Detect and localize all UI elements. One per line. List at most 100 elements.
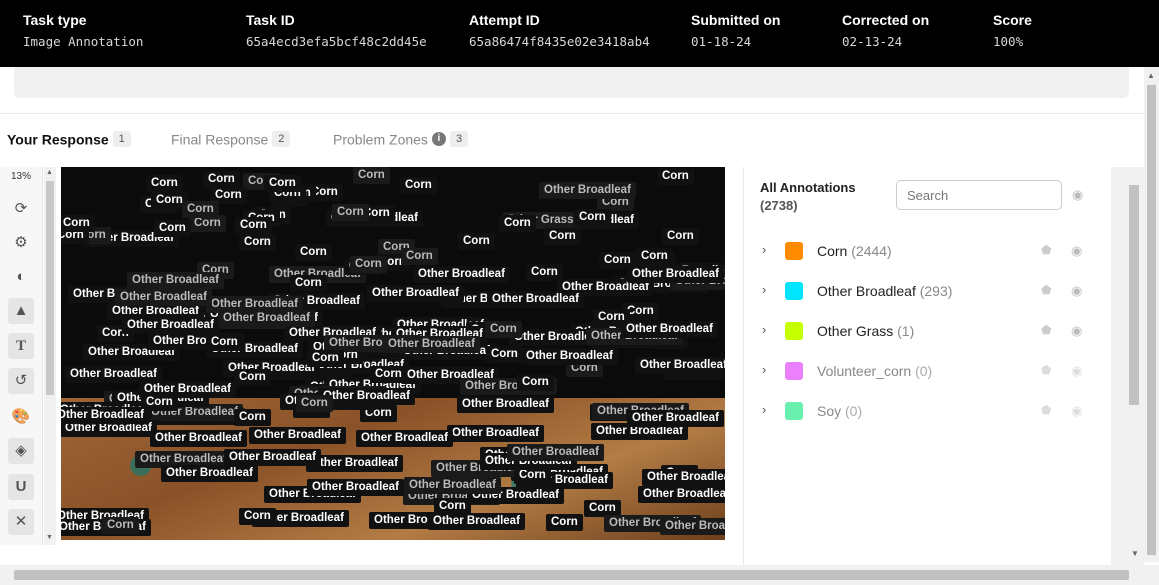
class-row-other-broadleaf[interactable]: › Other Broadleaf (293) ⬟ ◉ <box>744 279 1104 303</box>
annotation-canvas[interactable]: Other BroadleafOther BroadleafOther Broa… <box>61 167 725 540</box>
canvas-annotation-label[interactable]: Corn <box>350 256 387 273</box>
canvas-annotation-label[interactable]: Corn <box>234 409 271 426</box>
canvas-annotation-label[interactable]: Corn <box>234 369 271 386</box>
canvas-annotation-label[interactable]: Corn <box>182 201 219 218</box>
toolbar-scrollbar[interactable]: ▲ ▼ <box>44 167 56 545</box>
canvas-annotation-label[interactable]: Corn <box>146 175 183 192</box>
canvas-annotation-label[interactable]: Corn <box>296 395 333 412</box>
canvas-annotation-label[interactable]: Other Broadleaf <box>224 449 321 466</box>
scroll-up-icon[interactable]: ▲ <box>1147 71 1155 80</box>
eye-icon[interactable]: ◉ <box>1071 283 1082 299</box>
chevron-right-icon[interactable]: › <box>762 322 766 337</box>
canvas-annotation-label[interactable]: Corn <box>154 220 191 237</box>
canvas-annotation-label[interactable]: Corn <box>239 234 276 251</box>
class-row-corn[interactable]: › Corn (2444) ⬟ ◉ <box>744 239 1104 263</box>
tag-icon[interactable]: ⬟ <box>1041 243 1051 257</box>
canvas-annotation-label[interactable]: Other Broadleaf <box>413 266 510 283</box>
canvas-annotation-label[interactable]: Corn <box>662 228 699 245</box>
class-row-volunteer-corn[interactable]: › Volunteer_corn (0) ⬟ ◉ <box>744 359 1104 383</box>
tag-icon[interactable]: ⬟ <box>1041 403 1051 417</box>
text-icon[interactable]: T <box>8 333 34 359</box>
toolbar-scroll-up-icon[interactable]: ▲ <box>46 169 53 176</box>
horizontal-scrollbar-thumb[interactable] <box>14 570 1129 580</box>
canvas-annotation-label[interactable]: Corn <box>235 217 272 234</box>
tab-your-response[interactable]: Your Response 1 <box>7 130 131 148</box>
canvas-annotation-label[interactable]: Corn <box>400 177 437 194</box>
canvas-annotation-label[interactable]: Other Broadleaf <box>218 310 315 327</box>
canvas-annotation-label[interactable]: Other Broadleaf <box>638 486 725 503</box>
canvas-annotation-label[interactable]: Other Broadleaf <box>61 407 149 424</box>
eye-icon[interactable]: ◉ <box>1071 403 1082 419</box>
canvas-annotation-label[interactable]: Other Broadleaf <box>356 430 453 447</box>
panel-scroll-down-icon[interactable]: ▼ <box>1131 549 1139 558</box>
page-scrollbar[interactable]: ▲ <box>1144 67 1159 562</box>
canvas-annotation-label[interactable]: Other Broadleaf <box>307 479 404 496</box>
canvas-annotation-label[interactable]: Other Broadleaf <box>507 444 604 461</box>
tag-icon[interactable]: ⬟ <box>1041 323 1051 337</box>
canvas-annotation-label[interactable]: Other Broadleaf <box>447 425 544 442</box>
tab-problem-zones[interactable]: Problem Zones i 3 <box>333 130 469 148</box>
canvas-annotation-label[interactable]: Other Broadleaf <box>539 182 636 199</box>
canvas-annotation-label[interactable]: Other Broadleaf <box>115 289 212 306</box>
canvas-annotation-label[interactable]: Corn <box>290 275 327 292</box>
canvas-annotation-label[interactable]: Corn <box>61 215 95 232</box>
canvas-annotation-label[interactable]: Other Broadleaf <box>249 427 346 444</box>
canvas-annotation-label[interactable]: Corn <box>353 167 390 184</box>
canvas-annotation-label[interactable]: Corn <box>636 248 673 265</box>
canvas-annotation-label[interactable]: Other Broadleaf <box>621 321 718 338</box>
class-row-soy[interactable]: › Soy (0) ⬟ ◉ <box>744 399 1104 423</box>
canvas-annotation-label[interactable]: Other Broadleaf <box>642 469 725 486</box>
canvas-annotation-label[interactable]: Corn <box>102 517 139 534</box>
page-scrollbar-thumb[interactable] <box>1147 85 1156 555</box>
contrast-icon[interactable]: ◐ <box>8 264 34 290</box>
canvas-annotation-label[interactable]: Corn <box>264 175 301 192</box>
class-row-other-grass[interactable]: › Other Grass (1) ⬟ ◉ <box>744 319 1104 343</box>
collapse-icon[interactable]: ✕ <box>8 509 34 535</box>
palette-icon[interactable]: 🎨 <box>8 404 34 430</box>
canvas-annotation-label[interactable]: Other Broadleaf <box>127 272 224 289</box>
canvas-annotation-label[interactable]: Other Broadleaf <box>627 266 724 283</box>
eye-icon[interactable]: ◉ <box>1071 323 1082 339</box>
canvas-annotation-label[interactable]: Corn <box>239 508 276 525</box>
canvas-annotation-label[interactable]: Other Broadleaf <box>367 285 464 302</box>
canvas-annotation-label[interactable]: Other Broadleaf <box>457 396 554 413</box>
canvas-annotation-label[interactable]: Other Broadleaf <box>627 410 724 427</box>
canvas-annotation-label[interactable]: Corn <box>517 374 554 391</box>
tag-icon[interactable]: ⬟ <box>1041 363 1051 377</box>
canvas-annotation-label[interactable]: Other Broadleaf <box>383 336 480 353</box>
canvas-annotation-label[interactable]: Corn <box>485 321 522 338</box>
canvas-annotation-label[interactable]: Other Broadleaf <box>487 291 584 308</box>
tab-final-response[interactable]: Final Response 2 <box>171 130 291 148</box>
chevron-right-icon[interactable]: › <box>762 402 766 417</box>
chevron-right-icon[interactable]: › <box>762 282 766 297</box>
annotations-panel-scrollbar[interactable]: ▼ <box>1111 167 1144 565</box>
eye-icon[interactable]: ◉ <box>1071 243 1082 259</box>
canvas-annotation-label[interactable]: Other Broadleaf <box>660 518 725 535</box>
magnet-icon[interactable]: U <box>8 474 34 500</box>
fill-icon[interactable]: ◈ <box>8 438 34 464</box>
canvas-annotation-label[interactable]: Other Broadleaf <box>150 430 247 447</box>
annotations-panel-scrollbar-thumb[interactable] <box>1129 185 1139 405</box>
eye-icon[interactable]: ◉ <box>1071 363 1082 379</box>
refresh-icon[interactable]: ⟳ <box>8 196 34 222</box>
canvas-annotation-label[interactable]: Corn <box>486 346 523 363</box>
tag-icon[interactable]: ⬟ <box>1041 283 1051 297</box>
toolbar-scrollbar-thumb[interactable] <box>46 181 54 395</box>
canvas-annotation-label[interactable]: Corn <box>401 248 438 265</box>
canvas-annotation-label[interactable]: Corn <box>332 204 369 221</box>
history-icon[interactable]: ↺ <box>8 368 34 394</box>
canvas-annotation-label[interactable]: Corn <box>657 168 694 185</box>
canvas-annotation-label[interactable]: Other Broadleaf <box>404 477 501 494</box>
canvas-annotation-label[interactable]: Other Broadleaf <box>122 317 219 334</box>
chevron-right-icon[interactable]: › <box>762 362 766 377</box>
canvas-annotation-label[interactable]: Corn <box>370 366 407 383</box>
visibility-all-icon[interactable]: ◉ <box>1072 187 1083 203</box>
shapes-icon[interactable]: ▲ <box>8 298 34 324</box>
settings-icon[interactable]: ⚙ <box>8 230 34 256</box>
canvas-annotation-label[interactable]: Other Broadleaf <box>635 357 725 374</box>
canvas-annotation-label[interactable]: Other Broadleaf <box>521 348 618 365</box>
canvas-annotation-label[interactable]: Corn <box>499 215 536 232</box>
toolbar-scroll-down-icon[interactable]: ▼ <box>46 534 53 541</box>
canvas-annotation-label[interactable]: Corn <box>307 350 344 367</box>
canvas-annotation-label[interactable]: Corn <box>458 233 495 250</box>
